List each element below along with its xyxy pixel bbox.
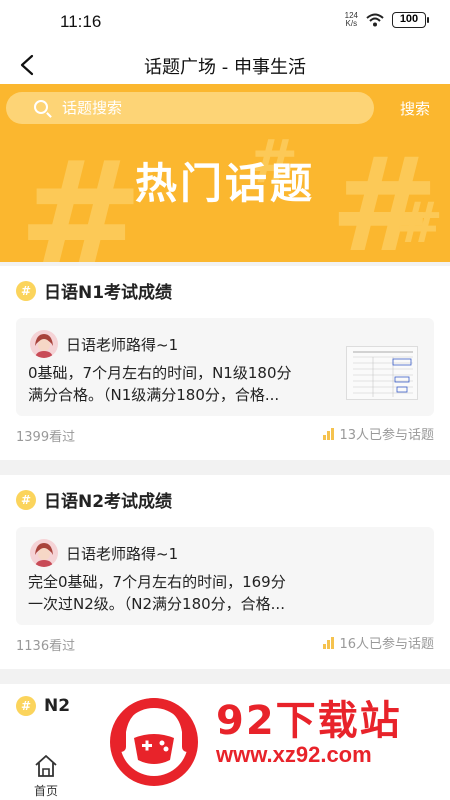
avatar (30, 330, 58, 358)
participants-label: 13人已参与话题 (339, 428, 434, 443)
post-preview[interactable]: 日语老师路得~1 完全0基础，7个月左右的时间，169分 一次过N2级。（N2满… (16, 527, 434, 625)
watermark-title: 92下载站 (216, 698, 402, 744)
bottom-tab-bar: 首页 (0, 752, 90, 800)
topic-header[interactable]: # 日语N2考试成绩 (16, 487, 172, 512)
bar-chart-icon (323, 636, 335, 649)
hot-topics-banner: # # # # 搜索 热门话题 (0, 84, 450, 262)
search-button[interactable]: 搜索 (400, 98, 430, 119)
watermark-logo-icon (110, 698, 198, 786)
bar-chart-icon (323, 427, 335, 440)
net-speed: 124 K/s (345, 12, 358, 28)
watermark-url: www.xz92.com (216, 742, 372, 767)
participants-label: 16人已参与话题 (339, 637, 434, 652)
author-name: 日语老师路得~1 (66, 545, 179, 563)
topic-header[interactable]: # N2 (16, 696, 70, 716)
hashtag-icon: # (16, 280, 36, 301)
topic-card[interactable]: # 日语N1考试成绩 日语老师路得~1 0基础，7个月左右的时间，N1级180分… (0, 266, 450, 460)
search-icon (34, 100, 48, 114)
tab-home[interactable]: 首页 (26, 754, 66, 799)
topic-title[interactable]: N2 (44, 696, 70, 716)
banner-title: 热门话题 (134, 159, 315, 208)
avatar (30, 539, 58, 567)
net-speed-unit: K/s (345, 19, 358, 28)
post-preview[interactable]: 日语老师路得~1 0基础，7个月左右的时间，N1级180分 满分合格。（N1级满… (16, 318, 434, 416)
nav-bar: 话题广场 - 申事生活 (0, 44, 450, 84)
post-thumbnail-image[interactable] (346, 346, 418, 400)
status-bar: 11:16 124 K/s 100 (0, 0, 450, 44)
tab-home-label: 首页 (33, 784, 58, 798)
topic-card[interactable]: # 日语N2考试成绩 日语老师路得~1 完全0基础，7个月左右的时间，169分 … (0, 475, 450, 669)
page-title: 话题广场 - 申事生活 (144, 57, 306, 78)
hashtag-icon: # (16, 696, 36, 716)
battery-icon: 100 (392, 12, 429, 28)
post-text-line: 满分合格。（N1级满分180分，合格... (28, 386, 280, 404)
post-text-line: 完全0基础，7个月左右的时间，169分 (28, 573, 286, 591)
post-text-line: 一次过N2级。（N2满分180分，合格... (28, 595, 285, 613)
participants-count: 16人已参与话题 (323, 633, 434, 652)
topic-title[interactable]: 日语N1考试成绩 (44, 278, 172, 303)
view-count: 1136看过 (16, 639, 76, 654)
post-text-line: 0基础，7个月左右的时间，N1级180分 (28, 364, 292, 382)
home-icon (35, 755, 57, 777)
search-input[interactable] (62, 97, 362, 119)
status-icons: 124 K/s 100 (345, 12, 429, 28)
post-text: 0基础，7个月左右的时间，N1级180分 满分合格。（N1级满分180分，合格.… (28, 362, 350, 406)
view-count: 1399看过 (16, 430, 76, 445)
topic-square-page: 11:16 124 K/s 100 话题广场 - 申事生活 # # # # 话题… (0, 0, 450, 800)
topic-header[interactable]: # 日语N1考试成绩 (16, 278, 172, 303)
participants-count: 13人已参与话题 (323, 424, 434, 443)
post-text: 完全0基础，7个月左右的时间，169分 一次过N2级。（N2满分180分，合格.… (28, 571, 418, 615)
status-time: 11:16 (60, 12, 102, 31)
hashtag-icon: # (16, 489, 36, 510)
search-box[interactable] (6, 92, 374, 124)
watermark: 92下载站 www.xz92.com (96, 686, 440, 794)
wifi-icon (366, 13, 384, 27)
topic-title[interactable]: 日语N2考试成绩 (44, 487, 172, 512)
author-name: 日语老师路得~1 (66, 336, 179, 354)
